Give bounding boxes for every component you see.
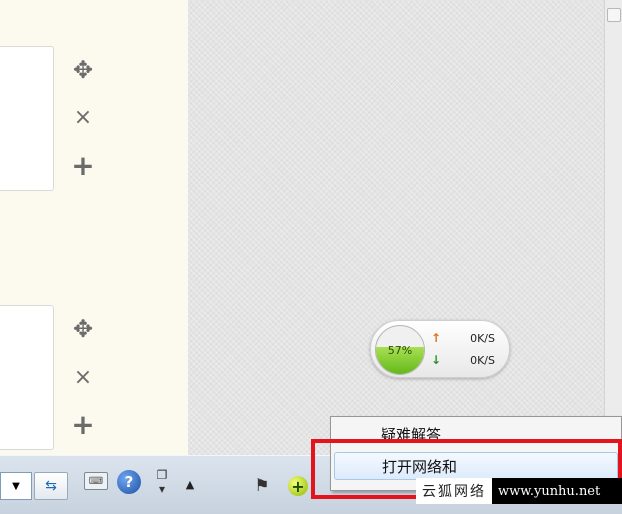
restore-down-glyph: ▾	[158, 482, 166, 496]
upload-speed: 0K/S	[470, 332, 495, 345]
vertical-scrollbar[interactable]	[604, 0, 622, 455]
keyboard-icon[interactable]: ⌨	[84, 472, 108, 490]
widget-panel: ✥ × + ✥ × +	[0, 0, 188, 455]
add-icon[interactable]: +	[68, 149, 98, 182]
input-switch-button[interactable]: ⇆	[34, 472, 68, 500]
tray-add-icon[interactable]: +	[288, 476, 308, 496]
move-icon[interactable]: ✥	[68, 55, 98, 85]
watermark: 云狐网络 www.yunhu.net	[416, 478, 622, 504]
desktop-area	[188, 0, 604, 455]
close-icon[interactable]: ×	[68, 102, 98, 132]
network-monitor-widget[interactable]: 57% ↑ ↓ 0K/S 0K/S	[370, 320, 510, 378]
upload-arrow-icon: ↑	[431, 331, 442, 345]
usage-gauge: 57%	[375, 325, 425, 375]
scroll-thumb[interactable]	[607, 8, 621, 22]
language-dropdown[interactable]: ▼	[0, 472, 32, 500]
restore-window-glyph: ❐	[156, 468, 168, 482]
download-speed: 0K/S	[470, 354, 495, 367]
help-icon[interactable]: ?	[117, 470, 141, 494]
switch-icon: ⇆	[45, 478, 57, 494]
move-icon[interactable]: ✥	[68, 314, 98, 344]
widget-card-bottom	[0, 305, 54, 450]
action-center-flag-icon[interactable]: ⚑	[250, 476, 274, 496]
watermark-cn: 云狐网络	[416, 478, 492, 504]
show-hidden-icons-button[interactable]: ▲	[180, 476, 200, 492]
add-icon[interactable]: +	[68, 408, 98, 441]
restore-icon[interactable]: ❐ ▾	[152, 467, 172, 497]
watermark-url: www.yunhu.net	[498, 483, 601, 499]
close-icon[interactable]: ×	[68, 362, 98, 392]
widget-card-top	[0, 46, 54, 191]
chevron-down-icon: ▼	[12, 480, 20, 492]
usage-percent: 57%	[387, 343, 413, 357]
download-arrow-icon: ↓	[431, 353, 442, 367]
